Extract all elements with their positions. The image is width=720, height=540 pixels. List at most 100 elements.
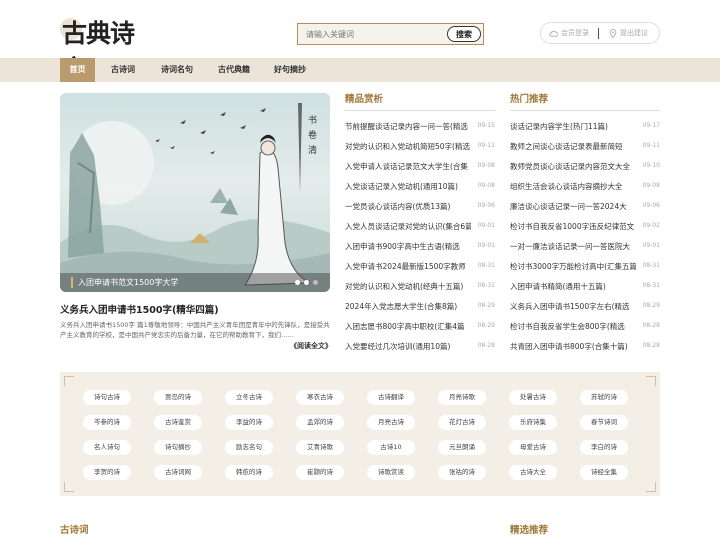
list-item[interactable]: 入团申请书900字高中生古语(精选 09-01 [345,241,495,254]
nav-zhaichao[interactable]: 好句摘抄 [268,58,312,82]
list-item-title[interactable]: 一党员谈心谈话内容(优质13篇) [345,201,471,212]
list-item-title[interactable]: 节前提醒谈话记录内容一问一答(精选 [345,121,471,132]
list-item[interactable]: 检讨书自我反省学生会800字(精选 08-28 [510,321,660,334]
carousel-dot[interactable] [313,280,318,285]
carousel-dot[interactable] [304,280,309,285]
login-link[interactable]: 会员登录 [549,28,589,38]
list-item[interactable]: 教师之间谈心谈话记录表最新简短 09-11 [510,141,660,154]
tag-chip[interactable]: 诗句古诗 [83,390,131,405]
tag-chip[interactable]: 古诗10 [367,440,415,455]
list-item-title[interactable]: 教师之间谈心谈话记录表最新简短 [510,141,636,152]
list-item[interactable]: 入党申请人谈话记录范文大学生(合集 09-08 [345,161,495,174]
tag-chip[interactable]: 母爱古诗 [509,440,557,455]
tag-chip[interactable]: 春节诗词 [580,415,628,430]
list-item[interactable]: 一党员谈心谈话内容(优质13篇) 09-06 [345,201,495,214]
list-item-title[interactable]: 入团志愿书800字高中职校(汇集4篇 [345,321,471,332]
tag-chip[interactable]: 花灯古诗 [438,415,486,430]
list-item[interactable]: 一对一廉洁谈话记录一问一答医院大 09-01 [510,241,660,254]
list-item-title[interactable]: 检讨书自我反省1000字违反纪律范文 [510,221,636,232]
list-item-title[interactable]: 检讨书自我反省学生会800字(精选 [510,321,636,332]
nav-mingju[interactable]: 诗词名句 [155,58,199,82]
list-item-title[interactable]: 检讨书3000字万能检讨高中(汇集五篇 [510,261,636,272]
tag-chip[interactable]: 月亮古诗 [367,415,415,430]
nav-dianji[interactable]: 古代典籍 [212,58,256,82]
tag-chip[interactable]: 张祜的诗 [438,465,486,480]
tag-chip[interactable]: 孟郊的诗 [296,415,344,430]
tag-chip[interactable]: 诗歌赏读 [367,465,415,480]
tag-chip[interactable]: 岑参的诗 [83,415,131,430]
list-item[interactable]: 共青团入团申请书800字(合集十篇) 08-28 [510,341,660,354]
list-item[interactable]: 检讨书自我反省1000字违反纪律范文 09-02 [510,221,660,234]
list-item-title[interactable]: 对党的认识和入党动机简短50字(精选 [345,141,471,152]
list-item-title[interactable]: 共青团入团申请书800字(合集十篇) [510,341,636,352]
tag-chip[interactable]: 寒衣古诗 [296,390,344,405]
list-item-title[interactable]: 入党要经过几次培训(通用10篇) [345,341,471,352]
list-item[interactable]: 节前提醒谈话记录内容一问一答(精选 09-15 [345,121,495,134]
list-item-title[interactable]: 入团申请书精简(通用十五篇) [510,281,636,292]
list-item[interactable]: 廉洁谈心谈话记录一问一答2024大 09-06 [510,201,660,214]
search-input[interactable] [298,24,443,44]
site-logo[interactable]: 古典诗文 [60,12,152,84]
tag-chip[interactable]: 诗句摘抄 [154,440,202,455]
list-item-title[interactable]: 义务兵入团申请书1500字左右(精选 [510,301,636,312]
tag-chip[interactable]: 古诗翻译 [367,390,415,405]
list-item-title[interactable]: 入党申请书2024最新版1500字教师 [345,261,471,272]
list-item-title[interactable]: 组织生活会谈心谈话内容摘抄大全 [510,181,636,192]
tag-chip[interactable]: 处暑古诗 [509,390,557,405]
list-item-date: 08-31 [477,262,495,269]
banner-caption-text[interactable]: 入团申请书范文1500字大学 [78,277,178,288]
list-item[interactable]: 入团申请书精简(通用十五篇) 08-31 [510,281,660,294]
list-item-title[interactable]: 廉洁谈心谈话记录一问一答2024大 [510,201,636,212]
list-item[interactable]: 2024年入党志愿大学生(合集8篇) 08-29 [345,301,495,314]
remen-title: 热门推荐 [510,94,549,105]
tag-chip[interactable]: 李益的诗 [225,415,273,430]
list-item-title[interactable]: 一对一廉洁谈话记录一问一答医院大 [510,241,636,252]
list-item[interactable]: 对党的认识和入党动机简短50字(精选 09-11 [345,141,495,154]
list-item-date: 09-17 [642,122,660,129]
list-item-title[interactable]: 入团申请书900字高中生古语(精选 [345,241,471,252]
list-item-title[interactable]: 谈话记录内容学生(热门11篇) [510,121,636,132]
tag-chip[interactable]: 古诗大全 [509,465,557,480]
list-item[interactable]: 入党申请书2024最新版1500字教师 08-31 [345,261,495,274]
tag-chip[interactable]: 元旦朗诵 [438,440,486,455]
tag-chip[interactable]: 乐府诗集 [509,415,557,430]
tag-chip[interactable]: 贾岛的诗 [154,390,202,405]
list-item[interactable]: 入团志愿书800字高中职校(汇集4篇 08-29 [345,321,495,334]
list-item[interactable]: 教师党员谈心谈话记录内容范文大全 09-10 [510,161,660,174]
list-item-title[interactable]: 教师党员谈心谈话记录内容范文大全 [510,161,636,172]
tag-chip[interactable]: 古诗鉴赏 [154,415,202,430]
suggest-link[interactable]: 提出建议 [609,28,648,38]
list-item-title[interactable]: 入党谈话记录入党动机(通用10篇) [345,181,471,192]
list-item-title[interactable]: 入党申请人谈话记录范文大学生(合集 [345,161,471,172]
search-button[interactable]: 搜索 [447,26,481,42]
tag-chip[interactable]: 诗经全集 [580,465,628,480]
list-item[interactable]: 入党谈话记录入党动机(通用10篇) 09-08 [345,181,495,194]
tag-chip[interactable]: 崔颢的诗 [296,465,344,480]
tag-chip[interactable]: 名人诗句 [83,440,131,455]
feature-title[interactable]: 义务兵入团申请书1500字(精华四篇) [60,302,330,316]
tag-chip[interactable]: 立冬古诗 [225,390,273,405]
read-more-link[interactable]: 《阅读全文》 [290,341,332,351]
tag-chip[interactable]: 艾青诗歌 [296,440,344,455]
tag-chip[interactable]: 韩愈的诗 [225,465,273,480]
list-item-title[interactable]: 2024年入党志愿大学生(合集8篇) [345,301,471,312]
tag-chip[interactable]: 古诗词网 [154,465,202,480]
list-item-title[interactable]: 入党人员谈话记录对党的认识(集合6篇 [345,221,471,232]
tag-chip[interactable]: 月亮诗歌 [438,390,486,405]
list-item[interactable]: 义务兵入团申请书1500字左右(精选 08-29 [510,301,660,314]
list-item[interactable]: 检讨书3000字万能检讨高中(汇集五篇 08-31 [510,261,660,274]
list-item-title[interactable]: 对党的认识和入党动机(经典十五篇) [345,281,471,292]
nav-home[interactable]: 首页 [60,58,95,82]
tag-chip[interactable]: 李贺的诗 [83,465,131,480]
nav-gushici[interactable]: 古诗词 [104,58,142,82]
list-item[interactable]: 对党的认识和入党动机(经典十五篇) 08-31 [345,281,495,294]
list-item[interactable]: 入党人员谈话记录对党的认识(集合6篇 09-01 [345,221,495,234]
tag-chip[interactable]: 励志名句 [225,440,273,455]
list-item[interactable]: 谈话记录内容学生(热门11篇) 09-17 [510,121,660,134]
tag-chip[interactable]: 苏轼的诗 [580,390,628,405]
list-item[interactable]: 入党要经过几次培训(通用10篇) 08-28 [345,341,495,354]
tag-chip[interactable]: 李白的诗 [580,440,628,455]
list-item[interactable]: 组织生活会谈心谈话内容摘抄大全 09-08 [510,181,660,194]
carousel-dot[interactable] [295,280,300,285]
banner-carousel[interactable]: 书 卷 清 入团申请书范文1500字大学 [60,93,330,292]
